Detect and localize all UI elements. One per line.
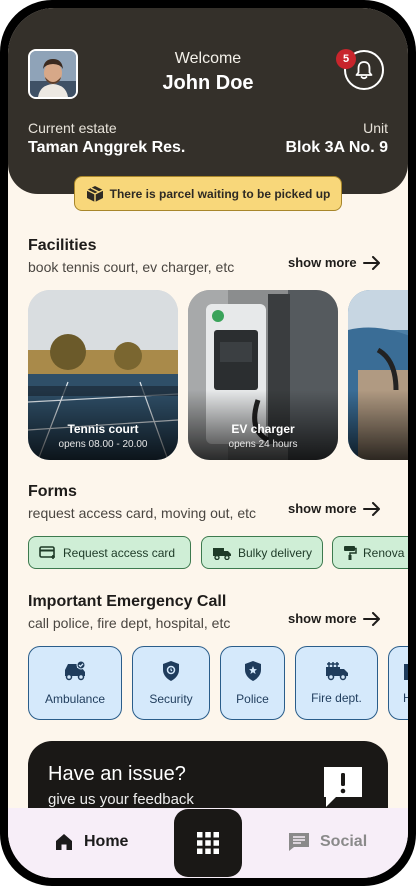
truck-icon — [212, 547, 231, 560]
facility-card-ev-charger[interactable]: EV charger opens 24 hours — [188, 290, 338, 460]
nav-social-label: Social — [320, 833, 368, 850]
feedback-subtitle: give us your feedback — [48, 791, 194, 808]
emergency-hospital[interactable]: H — [388, 646, 408, 720]
facility-hours: ope — [348, 439, 408, 450]
emergency-label: H — [403, 691, 408, 705]
emergency-title: Important Emergency Call — [28, 593, 227, 610]
ambulance-icon — [65, 660, 86, 681]
facility-card-tennis[interactable]: Tennis court opens 08.00 - 20.00 — [28, 290, 178, 460]
phone-frame: Welcome John Doe 5 Current estate Taman … — [0, 0, 416, 886]
paint-roller-icon — [344, 545, 357, 560]
fire-truck-icon — [325, 662, 348, 681]
nav-menu-button[interactable] — [174, 809, 242, 877]
hospital-icon — [404, 664, 408, 680]
notification-badge: 5 — [336, 49, 356, 69]
facilities-title: Facilities — [28, 237, 97, 254]
app-screen: Welcome John Doe 5 Current estate Taman … — [8, 8, 408, 878]
form-request-access-card[interactable]: Request access card — [28, 536, 191, 569]
arrow-right-icon — [362, 255, 380, 270]
facility-hours: opens 24 hours — [228, 439, 298, 450]
home-icon — [56, 834, 72, 850]
forms-show-more[interactable]: show more — [288, 501, 381, 516]
parcel-box-icon — [86, 185, 103, 202]
police-badge-icon — [244, 661, 261, 681]
form-label: Request access card — [63, 545, 176, 560]
emergency-police[interactable]: Police — [220, 646, 285, 720]
facility-hours: opens 08.00 - 20.00 — [58, 439, 148, 450]
form-label: Bulky delivery — [237, 545, 312, 560]
emergency-security[interactable]: Security — [132, 646, 210, 720]
feedback-chat-icon — [324, 767, 362, 807]
nav-home[interactable]: Home — [54, 832, 128, 852]
facilities-subtitle: book tennis court, ev charger, etc — [28, 259, 235, 275]
facilities-show-more[interactable]: show more — [288, 255, 381, 270]
facility-card-jacuzzi[interactable]: Ja ope — [348, 290, 408, 460]
emergency-show-more[interactable]: show more — [288, 611, 381, 626]
facility-name: Tennis court — [67, 422, 139, 436]
emergency-label: Ambulance — [44, 692, 106, 706]
estate-label: Current estate — [28, 120, 117, 136]
facility-name: Ja — [348, 422, 408, 436]
social-chat-icon — [289, 833, 309, 851]
shield-icon — [163, 661, 179, 681]
nav-home-label: Home — [84, 833, 129, 850]
bottom-nav: Home Social — [8, 808, 408, 878]
show-more-label: show more — [288, 611, 357, 626]
forms-subtitle: request access card, moving out, etc — [28, 505, 256, 521]
form-bulky-delivery[interactable]: Bulky delivery — [201, 536, 323, 569]
emergency-label: Police — [236, 692, 269, 706]
parcel-banner[interactable]: There is parcel waiting to be picked up — [74, 176, 342, 211]
facilities-carousel[interactable]: Tennis court opens 08.00 - 20.00 EV char… — [28, 290, 408, 460]
emergency-ambulance[interactable]: Ambulance — [28, 646, 122, 720]
parcel-banner-text: There is parcel waiting to be picked up — [109, 186, 331, 201]
form-label: Renova — [363, 545, 405, 560]
arrow-right-icon — [362, 501, 380, 516]
nav-social[interactable]: Social — [288, 832, 367, 852]
forms-title: Forms — [28, 483, 77, 500]
header: Welcome John Doe 5 Current estate Taman … — [8, 8, 408, 194]
unit-label: Unit — [363, 120, 388, 136]
emergency-label: Security — [149, 692, 193, 706]
form-renovation[interactable]: Renova — [332, 536, 408, 569]
show-more-label: show more — [288, 255, 357, 270]
emergency-fire-dept[interactable]: Fire dept. — [295, 646, 378, 720]
facility-name: EV charger — [231, 422, 295, 436]
estate-value: Taman Anggrek Res. — [28, 139, 186, 156]
arrow-right-icon — [362, 611, 380, 626]
unit-value: Blok 3A No. 9 — [285, 139, 388, 156]
bell-icon — [355, 61, 373, 80]
card-add-icon — [39, 545, 55, 559]
emergency-subtitle: call police, fire dept, hospital, etc — [28, 615, 231, 631]
emergency-label: Fire dept. — [311, 691, 362, 705]
grid-icon — [197, 832, 219, 854]
feedback-title: Have an issue? — [48, 763, 186, 785]
show-more-label: show more — [288, 501, 357, 516]
